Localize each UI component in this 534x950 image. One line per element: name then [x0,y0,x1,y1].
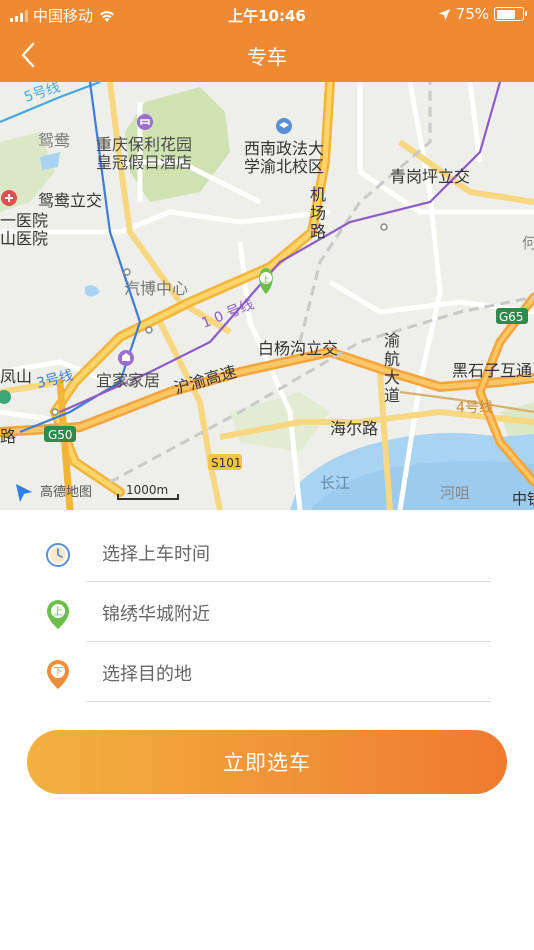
map-label: 青岗坪立交 [390,167,470,186]
map-label-vertical: 渝航大道 [384,331,400,405]
map-canvas: 上 鸳鸯 鸳鸯立交 重庆保利花园 皇冠假日酒店 西南政法大 学渝北校区 青岗坪立… [0,82,534,510]
amap-logo: 高德地图 [40,484,92,500]
back-button[interactable] [10,36,46,74]
map-label: 鸳鸯立交 [38,191,102,210]
status-left: 中国移动 [10,5,116,26]
map-scale-label: 1000m [126,483,168,497]
nav-bar: 专车 [0,28,534,82]
map-label: 何 [522,234,534,252]
map-pickup-pin: 上 [259,268,273,294]
pickup-location-row[interactable]: 上 锦绣华城附近 [0,582,534,642]
status-bar: 中国移动 上午10:46 75% [0,0,534,28]
map-label: 黑石子互通 [452,361,532,380]
map-label-vertical: 机场路 [310,185,326,241]
map-label: 宜家家居 [96,371,160,390]
battery-fill [496,9,516,19]
battery-percent: 75% [455,5,489,23]
page-title: 专车 [247,45,287,69]
map-label: 5号线 [22,82,62,106]
app-header: 中国移动 上午10:46 75% 专车 [0,0,534,82]
map-label: G50 [48,428,73,442]
clock-icon [46,543,70,567]
map-label: 一医院 [0,211,48,230]
map-label: 鸳鸯 [38,131,70,150]
map-label: 凤山 [0,367,32,386]
map-label: 皇冠假日酒店 [96,153,192,172]
map-label: 路 [0,427,16,446]
map-view[interactable]: 上 鸳鸯 鸳鸯立交 重庆保利花园 皇冠假日酒店 西南政法大 学渝北校区 青岗坪立… [0,82,534,510]
signal-icon [10,9,28,22]
map-label: G65 [499,310,524,324]
carrier-name: 中国移动 [33,7,94,25]
destination-pin-text: 下 [53,667,63,678]
map-label: 汽博中心 [124,279,188,298]
pickup-time-row[interactable]: 选择上车时间 [0,522,534,582]
location-arrow-icon [438,8,450,20]
chevron-left-icon [21,42,35,68]
wifi-icon [100,10,114,22]
map-label: 学渝北校区 [244,157,324,176]
destination-pin-icon: 下 [47,660,69,689]
destination-row[interactable]: 下 选择目的地 [0,642,534,702]
map-attribution: 高德地图 1000m [16,483,179,502]
pickup-time-label: 选择上车时间 [102,544,210,565]
map-label: S101 [211,456,242,470]
destination-label: 选择目的地 [102,664,192,685]
pickup-pin-icon: 上 [47,600,69,629]
pickup-location-label: 锦绣华城附近 [102,604,210,625]
map-label: 山医院 [0,229,48,248]
map-label: 白杨沟立交 [258,339,338,358]
select-car-button[interactable]: 立即选车 [27,730,507,794]
svg-text:上: 上 [262,275,270,284]
map-label: 海尔路 [330,419,378,438]
map-label: 长江 [320,474,350,492]
divider [86,701,491,702]
map-label: 河咀 [440,484,470,502]
map-label: 重庆保利花园 [96,135,192,154]
status-right: 75% [438,5,527,23]
map-label: 中铁 [512,490,534,508]
map-label: 4号线 [456,400,493,416]
pickup-pin-text: 上 [53,606,63,618]
battery-icon [494,7,527,21]
map-label: 西南政法大 [244,139,324,158]
map-label: 1 0 号线 [200,296,257,331]
